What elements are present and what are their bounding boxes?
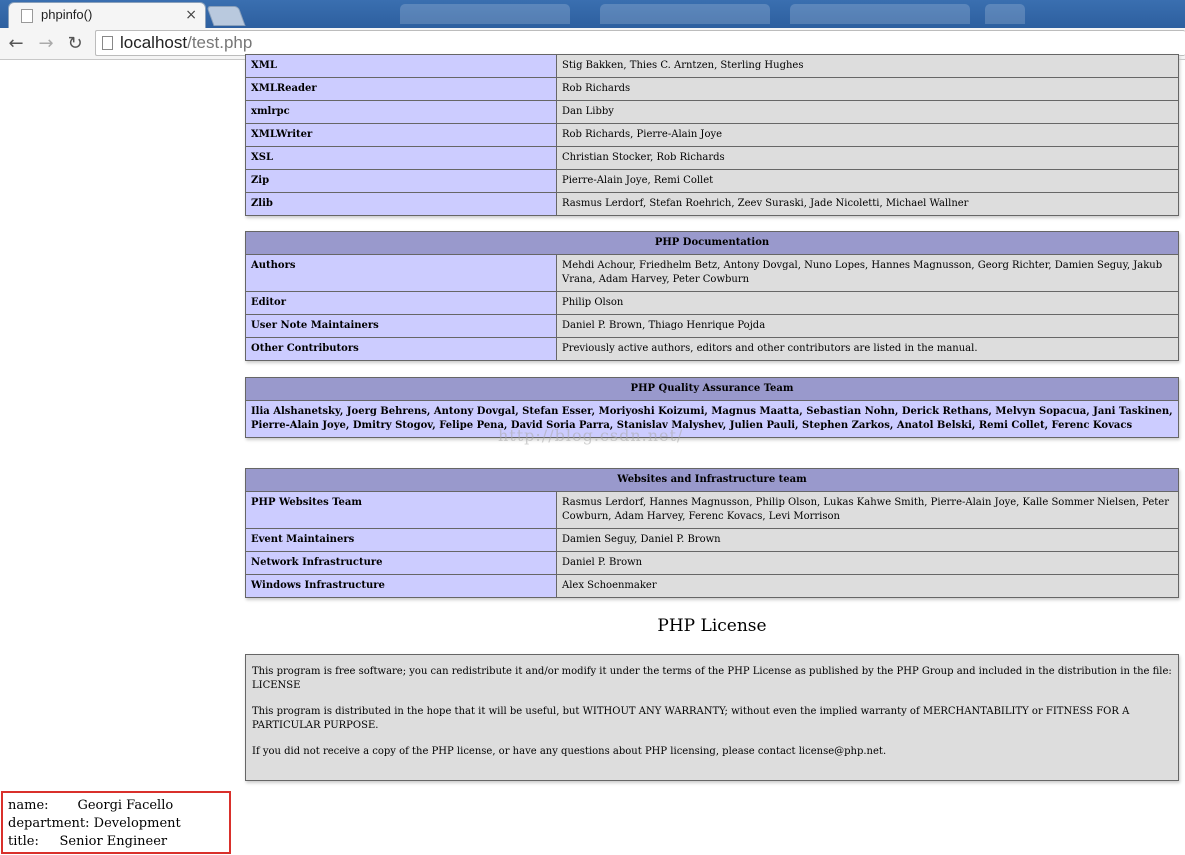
row-label: Other Contributors (245, 337, 557, 361)
row-value: Pierre-Alain Joye, Remi Collet (556, 169, 1179, 193)
table-row: Windows Infrastructure Alex Schoenmaker (245, 574, 1179, 598)
row-value: Rasmus Lerdorf, Stefan Roehrich, Zeev Su… (556, 192, 1179, 216)
tab-background[interactable] (400, 4, 570, 24)
row-value: Alex Schoenmaker (556, 574, 1179, 598)
section-heading: Websites and Infrastructure team (245, 468, 1179, 492)
license-text-box: This program is free software; you can r… (245, 654, 1179, 781)
qa-members: Ilia Alshanetsky, Joerg Behrens, Antony … (245, 400, 1179, 438)
employee-title: title: Senior Engineer (8, 834, 168, 849)
row-value: Previously active authors, editors and o… (556, 337, 1179, 361)
row-value: Stig Bakken, Thies C. Arntzen, Sterling … (556, 54, 1179, 78)
watermark-text: http://blog.csdn.net/ (498, 426, 684, 445)
row-label: User Note Maintainers (245, 314, 557, 338)
row-value: Daniel P. Brown, Thiago Henrique Pojda (556, 314, 1179, 338)
table-row: Event Maintainers Damien Seguy, Daniel P.… (245, 528, 1179, 552)
employee-name: name: Georgi Facello (8, 798, 174, 813)
table-row: User Note Maintainers Daniel P. Brown, Th… (245, 314, 1179, 338)
row-value: Dan Libby (556, 100, 1179, 124)
row-value: Rob Richards, Pierre-Alain Joye (556, 123, 1179, 147)
credits-table-documentation: PHP Documentation Authors Mehdi Achour, F… (245, 231, 1179, 361)
section-heading: PHP Quality Assurance Team (245, 377, 1179, 401)
reload-icon[interactable]: ↻ (63, 32, 87, 56)
row-label: Windows Infrastructure (245, 574, 557, 598)
table-row: XSL Christian Stocker, Rob Richards (245, 146, 1179, 170)
employee-record: name: Georgi Facello department: Develop… (1, 791, 231, 854)
row-value: Philip Olson (556, 291, 1179, 315)
row-value: Christian Stocker, Rob Richards (556, 146, 1179, 170)
row-value: Daniel P. Brown (556, 551, 1179, 575)
row-label: XML (245, 54, 557, 78)
table-row: Network Infrastructure Daniel P. Brown (245, 551, 1179, 575)
page-icon (21, 9, 33, 23)
row-label: Network Infrastructure (245, 551, 557, 575)
row-value: Rob Richards (556, 77, 1179, 101)
table-row: XMLWriter Rob Richards, Pierre-Alain Joye (245, 123, 1179, 147)
table-row: XMLReader Rob Richards (245, 77, 1179, 101)
table-row: Zip Pierre-Alain Joye, Remi Collet (245, 169, 1179, 193)
forward-arrow-icon[interactable]: → (34, 32, 58, 56)
table-row: Editor Philip Olson (245, 291, 1179, 315)
row-label: Authors (245, 254, 557, 292)
employee-department: department: Development (8, 816, 181, 831)
row-label: Editor (245, 291, 557, 315)
page-icon (102, 36, 113, 50)
tab-strip: phpinfo() × (0, 0, 1185, 28)
row-label: Zlib (245, 192, 557, 216)
table-row: xmlrpc Dan Libby (245, 100, 1179, 124)
row-label: PHP Websites Team (245, 491, 557, 529)
credits-table-websites: Websites and Infrastructure team PHP Web… (245, 468, 1179, 598)
license-paragraph: If you did not receive a copy of the PHP… (252, 746, 887, 757)
url-text: localhost/test.php (120, 33, 253, 52)
table-row: XML Stig Bakken, Thies C. Arntzen, Sterli… (245, 54, 1179, 78)
table-row: PHP Websites Team Rasmus Lerdorf, Hannes … (245, 491, 1179, 529)
row-label: Zip (245, 169, 557, 193)
license-paragraph: This program is free software; you can r… (252, 666, 1172, 691)
credits-table-qa: PHP Quality Assurance Team Ilia Alshanet… (245, 377, 1179, 438)
section-heading: PHP Documentation (245, 231, 1179, 255)
row-label: XSL (245, 146, 557, 170)
credits-table-modules: XML Stig Bakken, Thies C. Arntzen, Sterli… (245, 54, 1179, 216)
row-label: XMLReader (245, 77, 557, 101)
row-label: xmlrpc (245, 100, 557, 124)
tab-background[interactable] (790, 4, 970, 24)
row-value: Damien Seguy, Daniel P. Brown (556, 528, 1179, 552)
table-row: Authors Mehdi Achour, Friedhelm Betz, Ant… (245, 254, 1179, 292)
table-row: Other Contributors Previously active auth… (245, 337, 1179, 361)
row-label: Event Maintainers (245, 528, 557, 552)
tab-title: phpinfo() (41, 7, 93, 22)
close-icon[interactable]: × (185, 6, 197, 24)
row-value: Rasmus Lerdorf, Hannes Magnusson, Philip… (556, 491, 1179, 529)
back-arrow-icon[interactable]: ← (4, 32, 28, 56)
license-paragraph: This program is distributed in the hope … (252, 706, 1130, 731)
tab-background[interactable] (600, 4, 770, 24)
tab-phpinfo[interactable]: phpinfo() × (8, 2, 206, 28)
row-label: XMLWriter (245, 123, 557, 147)
address-bar[interactable]: localhost/test.php (95, 30, 1185, 56)
table-row: Zlib Rasmus Lerdorf, Stefan Roehrich, Zee… (245, 192, 1179, 216)
window-control[interactable] (985, 4, 1025, 24)
new-tab-button[interactable] (206, 6, 246, 26)
license-heading: PHP License (657, 616, 767, 636)
page-content: XML Stig Bakken, Thies C. Arntzen, Sterli… (0, 54, 1185, 855)
row-value: Mehdi Achour, Friedhelm Betz, Antony Dov… (556, 254, 1179, 292)
